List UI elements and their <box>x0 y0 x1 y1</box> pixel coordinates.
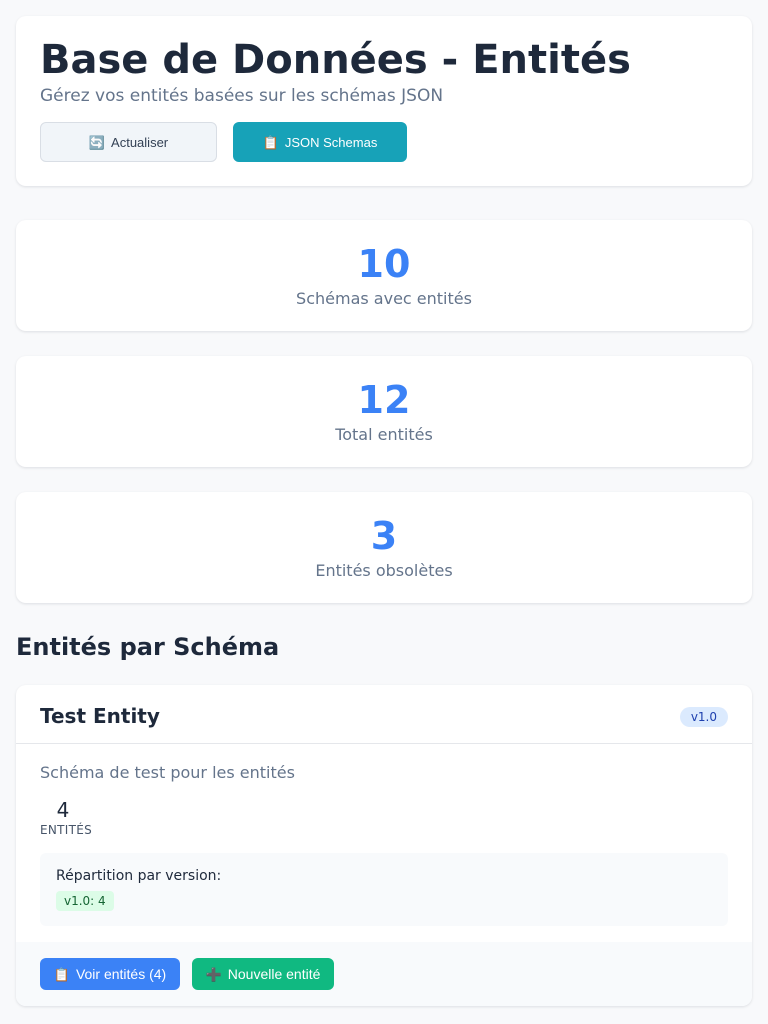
section-title: Entités par Schéma <box>16 633 280 661</box>
schema-card-header: Test Entity v1.0 <box>16 685 752 744</box>
version-badge: v1.0 <box>679 707 728 727</box>
page-title: Base de Données - Entités <box>40 37 631 83</box>
entity-count: 4 <box>56 798 70 822</box>
stat-card-schemas: 10 Schémas avec entités <box>16 220 752 331</box>
plus-icon: ➕ <box>205 966 222 982</box>
stat-value: 3 <box>370 514 398 558</box>
schema-card-footer: 📋 Voir entités (4) ➕ Nouvelle entité <box>16 942 752 1006</box>
view-entities-label: Voir entités (4) <box>75 966 167 982</box>
stat-label: Schémas avec entités <box>296 289 472 308</box>
page: Base de Données - Entités Gérez vos enti… <box>0 0 768 1024</box>
header-card: Base de Données - Entités Gérez vos enti… <box>16 16 752 186</box>
new-entity-label: Nouvelle entité <box>227 966 321 982</box>
stat-card-total-entities: 12 Total entités <box>16 356 752 467</box>
stat-value: 10 <box>357 242 411 286</box>
schema-name: Test Entity <box>40 704 160 728</box>
version-chip: v1.0: 4 <box>56 891 114 911</box>
schema-card: Test Entity v1.0 Schéma de test pour les… <box>16 685 752 1006</box>
json-schemas-button-label: JSON Schemas <box>284 134 378 150</box>
clipboard-icon: 📋 <box>53 966 70 982</box>
schema-description: Schéma de test pour les entités <box>40 763 295 782</box>
new-entity-button[interactable]: ➕ Nouvelle entité <box>192 958 334 990</box>
page-subtitle: Gérez vos entités basées sur les schémas… <box>40 86 444 106</box>
refresh-icon: 🔄 <box>88 134 106 150</box>
refresh-button[interactable]: 🔄 Actualiser <box>40 122 217 162</box>
stat-label: Total entités <box>335 425 433 444</box>
json-schemas-button[interactable]: 📋 JSON Schemas <box>233 122 407 162</box>
entity-count-label: ENTITÉS <box>40 823 93 837</box>
version-breakdown: Répartition par version: v1.0: 4 <box>40 853 728 926</box>
clipboard-icon: 📋 <box>262 134 279 150</box>
version-breakdown-title: Répartition par version: <box>56 868 222 884</box>
stat-card-obsolete-entities: 3 Entités obsolètes <box>16 492 752 603</box>
refresh-button-label: Actualiser <box>111 134 169 150</box>
view-entities-button[interactable]: 📋 Voir entités (4) <box>40 958 180 990</box>
stat-label: Entités obsolètes <box>315 561 453 580</box>
stat-value: 12 <box>357 378 411 422</box>
